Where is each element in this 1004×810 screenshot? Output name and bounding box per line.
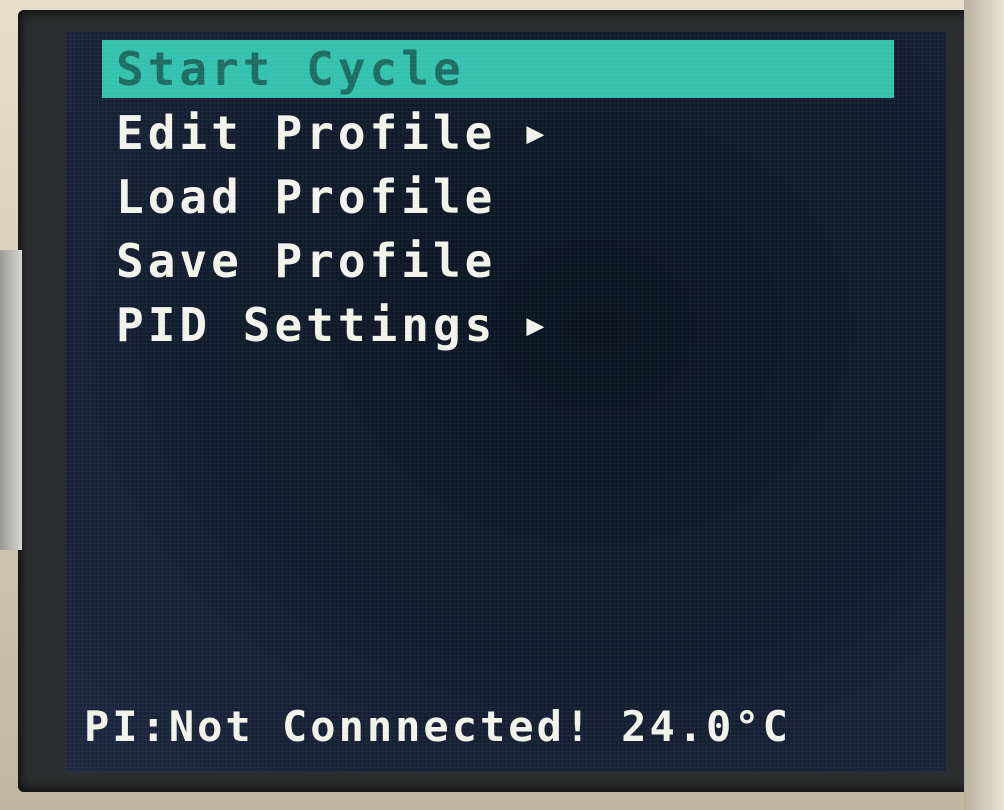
triangle-right-icon: ▶ [526,115,549,151]
menu-item-label: Start Cycle [116,42,465,96]
temperature-readout: 24.0°C [621,701,791,751]
menu-item-load-profile[interactable]: Load Profile [102,168,894,226]
main-menu: Start Cycle Edit Profile ▶ Load Profile … [102,40,894,360]
connection-status: PI:Not Connnected! [84,701,594,751]
triangle-right-icon: ▶ [526,307,549,343]
menu-item-label: PID Settings [116,298,497,352]
menu-item-pid-settings[interactable]: PID Settings ▶ [102,296,894,354]
menu-item-label: Load Profile [116,170,497,224]
bezel-right-edge [964,0,1004,810]
bezel-left-edge [0,250,22,550]
menu-item-label: Save Profile [116,234,497,288]
menu-item-start-cycle[interactable]: Start Cycle [102,40,894,98]
device-bezel: Start Cycle Edit Profile ▶ Load Profile … [0,0,1004,810]
menu-item-edit-profile[interactable]: Edit Profile ▶ [102,104,894,162]
menu-item-save-profile[interactable]: Save Profile [102,232,894,290]
lcd-screen: Start Cycle Edit Profile ▶ Load Profile … [66,32,946,772]
menu-item-label: Edit Profile [116,106,497,160]
status-bar: PI:Not Connnected! 24.0°C [84,696,924,756]
